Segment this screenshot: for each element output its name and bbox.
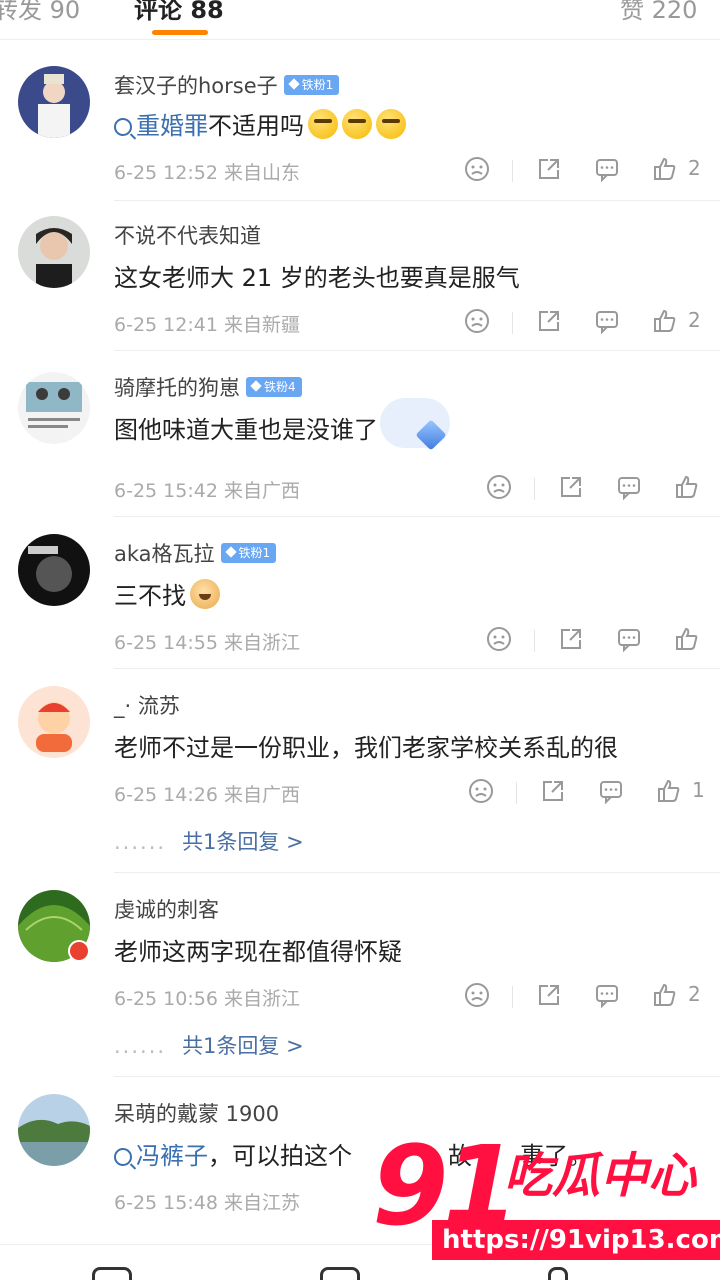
share-icon[interactable] (536, 308, 566, 338)
dislike-icon[interactable] (468, 778, 498, 808)
thumbs-up-icon[interactable] (652, 308, 682, 338)
comment-meta: 6-25 15:42 来自广西 (114, 480, 300, 502)
watermark-logo: 91 吃瓜中心 https://91vip13.com (372, 1122, 720, 1268)
topic-link[interactable]: 重婚罪 (136, 112, 208, 140)
like-count: 2 (688, 156, 701, 180)
divider (114, 200, 720, 201)
comment-text: 图他味道大重也是没谁了 (114, 416, 378, 444)
diamond-icon (224, 546, 237, 558)
comment-username[interactable]: 虔诚的刺客 (114, 894, 219, 924)
reply-icon[interactable] (616, 626, 646, 656)
share-icon[interactable] (558, 474, 588, 504)
separator (534, 478, 535, 500)
fan-badge: 铁粉4 (246, 377, 302, 397)
fan-badge: 铁粉1 (220, 543, 277, 563)
share-icon[interactable] (558, 626, 588, 656)
thumbs-up-icon[interactable] (652, 982, 682, 1012)
like-count: 2 (688, 308, 701, 332)
comment-username[interactable]: 呆萌的戴蒙 1900 (114, 1098, 279, 1128)
separator (512, 160, 513, 182)
comment-text: 这女老师大 21 岁的老头也要真是服气 (114, 264, 520, 292)
reply-icon[interactable] (594, 982, 624, 1012)
comment-meta: 6-25 12:52 来自山东 (114, 162, 300, 184)
tab-likes[interactable]: 赞 220 (620, 0, 697, 25)
reply-icon[interactable] (598, 778, 628, 808)
divider (114, 872, 720, 873)
reply-icon[interactable] (594, 308, 624, 338)
avatar[interactable] (18, 372, 90, 444)
view-replies-link[interactable]: ...... 共1条回复 > (114, 1030, 304, 1060)
comment-meta: 6-25 10:56 来自浙江 (114, 988, 300, 1010)
search-icon (114, 118, 132, 136)
separator (516, 782, 517, 804)
comment-username[interactable]: _· 流苏 (114, 690, 180, 720)
dislike-icon[interactable] (464, 308, 494, 338)
avatar[interactable] (18, 686, 90, 758)
comment-meta: 6-25 15:48 来自江苏 (114, 1192, 300, 1214)
thumbs-up-icon[interactable] (656, 778, 686, 808)
tab-comments[interactable]: 评论 88 (134, 0, 224, 25)
divider (114, 1076, 720, 1077)
avatar[interactable] (18, 66, 90, 138)
divider (114, 516, 720, 517)
repost-icon[interactable] (92, 1267, 132, 1280)
comment-text: 三不找 (114, 576, 220, 612)
divider (114, 668, 720, 669)
dislike-icon[interactable] (464, 156, 494, 186)
thumbs-up-icon[interactable] (674, 474, 704, 504)
topic-link[interactable]: 冯裤子 (136, 1142, 208, 1170)
divider (114, 350, 720, 351)
emoji-icon (342, 109, 372, 139)
like-count: 2 (688, 982, 701, 1006)
emoji-icon (308, 109, 338, 139)
separator (512, 312, 513, 334)
comment-username[interactable]: 套汉子的horse子 铁粉1 (114, 70, 340, 100)
reply-icon[interactable] (616, 474, 646, 504)
separator (512, 986, 513, 1008)
comment-meta: 6-25 12:41 来自新疆 (114, 314, 300, 336)
search-icon (114, 1148, 132, 1166)
active-tab-indicator (152, 30, 208, 35)
separator (534, 630, 535, 652)
share-icon[interactable] (536, 982, 566, 1012)
watermark-url: https://91vip13.com (432, 1220, 720, 1260)
comment-text: 老师不过是一份职业，我们老家学校关系乱的很 (114, 734, 618, 762)
comment-meta: 6-25 14:55 来自浙江 (114, 632, 300, 654)
thumbs-up-icon[interactable] (674, 626, 704, 656)
share-icon[interactable] (536, 156, 566, 186)
comment-text: 重婚罪不适用吗 (114, 106, 406, 142)
like-count: 1 (692, 778, 705, 802)
comment-tab-bar: 转发 90 评论 88 赞 220 (0, 0, 720, 40)
avatar[interactable] (18, 534, 90, 606)
share-icon[interactable] (540, 778, 570, 808)
comment-username[interactable]: 骑摩托的狗崽 铁粉4 (114, 372, 302, 402)
comment-username[interactable]: aka格瓦拉 铁粉1 (114, 538, 277, 568)
view-replies-link[interactable]: ...... 共1条回复 > (114, 826, 304, 856)
dislike-icon[interactable] (464, 982, 494, 1012)
like-icon[interactable] (548, 1267, 568, 1280)
comment-meta: 6-25 14:26 来自广西 (114, 784, 300, 806)
dislike-icon[interactable] (486, 474, 516, 504)
comment-username[interactable]: 不说不代表知道 (114, 220, 261, 250)
avatar[interactable] (18, 216, 90, 288)
emoji-icon (376, 109, 406, 139)
diamond-icon (287, 78, 300, 90)
tab-reposts[interactable]: 转发 90 (0, 0, 80, 25)
avatar[interactable] (18, 1094, 90, 1166)
comment-text: 老师这两字现在都值得怀疑 (114, 938, 402, 966)
diamond-icon (250, 380, 262, 392)
reply-icon[interactable] (594, 156, 624, 186)
dislike-icon[interactable] (486, 626, 516, 656)
watermark-text: 吃瓜中心 (504, 1148, 697, 1204)
verified-badge-icon (68, 940, 90, 962)
dog-emoji-icon (190, 579, 220, 609)
thumbs-up-icon[interactable] (652, 156, 682, 186)
fan-badge: 铁粉1 (283, 75, 340, 95)
comment-icon[interactable] (320, 1267, 360, 1280)
